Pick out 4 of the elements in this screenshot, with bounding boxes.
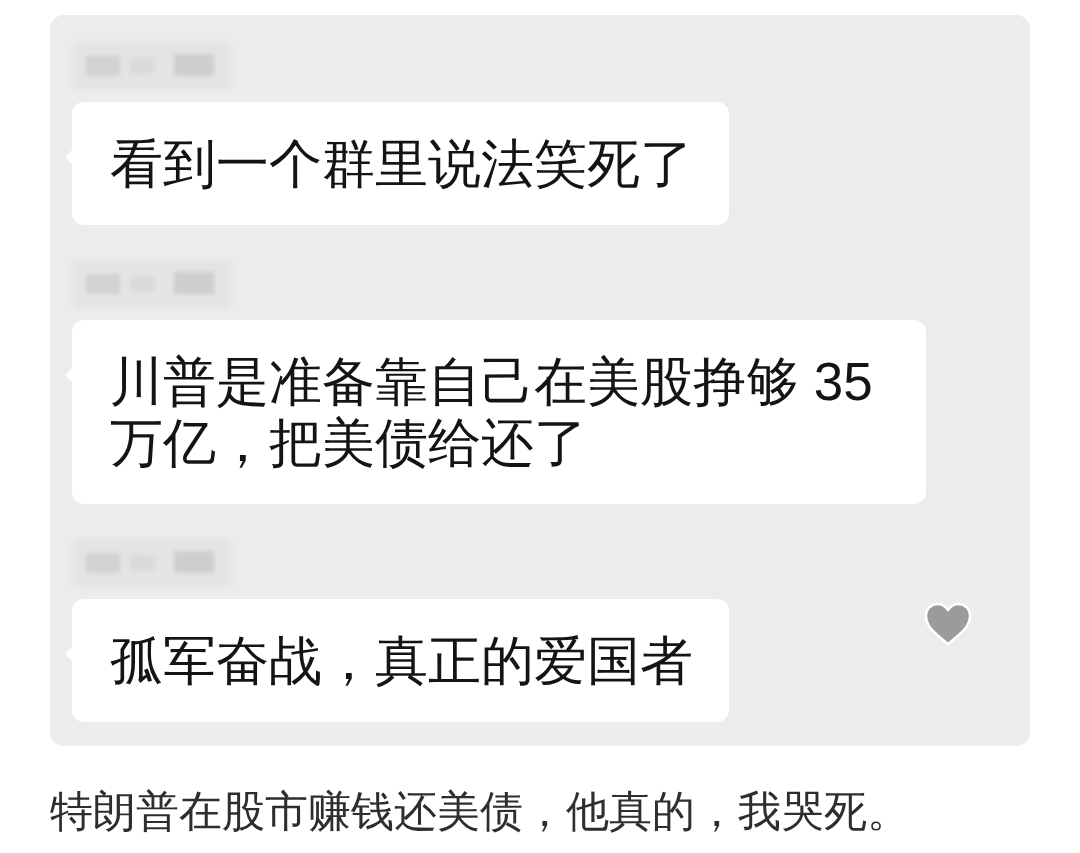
message-text: 川普是准备靠自己在美股挣够 35 万亿，把美债给还了 — [110, 351, 874, 473]
message-text: 看到一个群里说法笑死了 — [110, 133, 693, 194]
message-text: 孤军奋战，真正的爱国者 — [110, 630, 693, 691]
caption-text: 特朗普在股市赚钱还美债，他真的，我哭死。 — [50, 786, 911, 836]
